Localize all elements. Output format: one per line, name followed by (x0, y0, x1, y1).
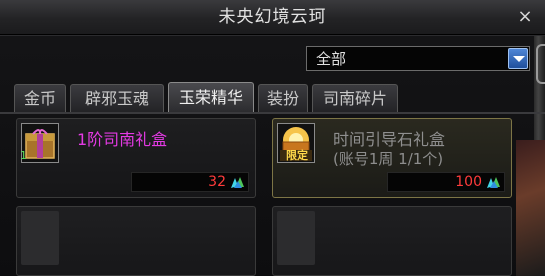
empty-item-slot (272, 206, 512, 276)
category-dropdown[interactable]: 全部 (306, 46, 530, 71)
item-name: 1阶司南礼盒 (77, 130, 168, 149)
gem-currency-icon (487, 177, 500, 188)
item-name: 时间引导石礼盒 (333, 130, 446, 149)
window-title: 未央幻境云珂 (218, 7, 327, 27)
tab-gold[interactable]: 金币 (14, 84, 66, 112)
background-artwork (516, 140, 545, 276)
tab-sinan-suipian[interactable]: 司南碎片 (312, 84, 398, 112)
limited-badge: 限定 (286, 149, 308, 162)
shop-item-card[interactable]: 限定 时间引导石礼盒 (账号1周 1/1个) 100 (272, 118, 512, 198)
item-price-box: 32 (131, 172, 249, 192)
chevron-down-icon[interactable] (508, 48, 528, 69)
tab-zhuangban[interactable]: 装扮 (258, 84, 308, 112)
title-bar: 未央幻境云珂 × (0, 0, 545, 35)
empty-icon-slot (277, 211, 315, 265)
item-price: 32 (208, 174, 226, 190)
item-price-box: 100 (387, 172, 505, 192)
empty-icon-slot (21, 211, 59, 265)
item-price: 100 (455, 174, 482, 190)
shop-item-card[interactable]: 1 1阶司南礼盒 32 (16, 118, 256, 198)
gem-currency-icon (231, 177, 244, 188)
empty-item-slot (16, 206, 256, 276)
item-quantity: 1 (20, 149, 27, 162)
tab-bixie-yuhun[interactable]: 辟邪玉魂 (70, 84, 164, 112)
item-limit-note: (账号1周 1/1个) (333, 150, 444, 168)
close-icon[interactable]: × (513, 6, 537, 28)
tab-yurong-jinghua[interactable]: 玉荣精华 (168, 82, 254, 112)
tabs-divider (0, 112, 545, 114)
dropdown-selected-value: 全部 (316, 50, 347, 68)
